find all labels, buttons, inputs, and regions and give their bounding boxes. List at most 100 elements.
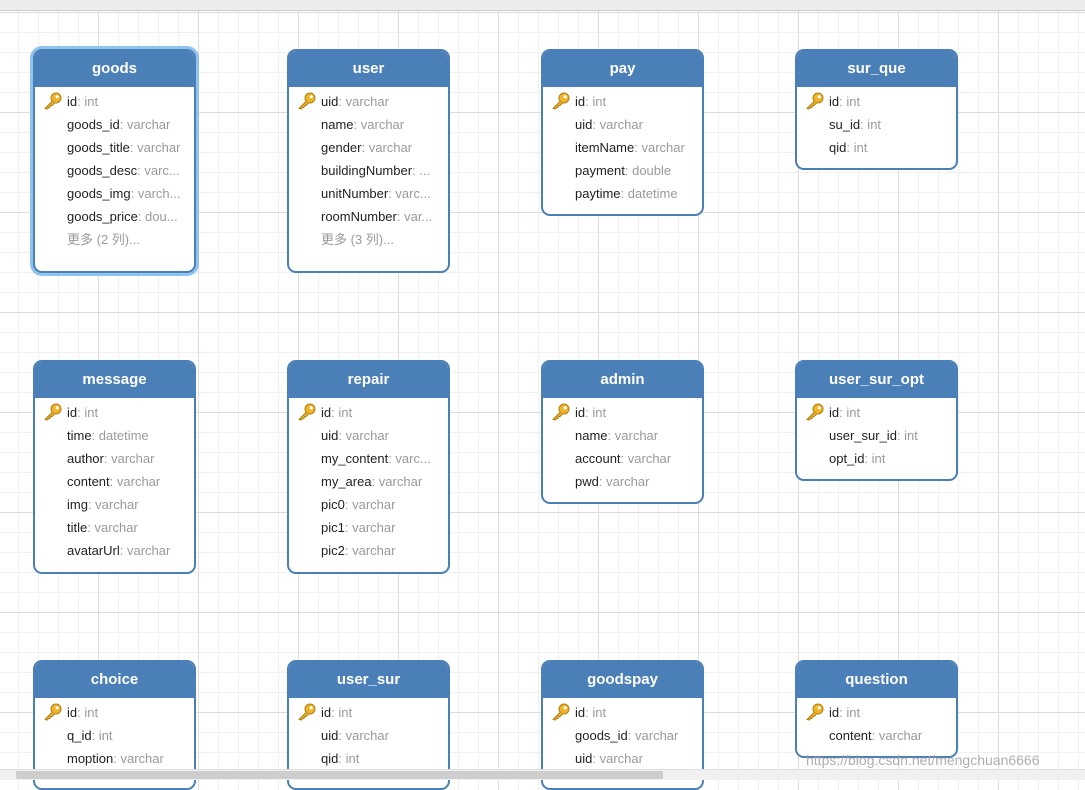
column-name: id xyxy=(67,94,78,109)
column-name: q_id xyxy=(67,728,92,743)
column-row[interactable]: uid: varchar xyxy=(543,747,702,770)
column-row[interactable]: moption: varchar xyxy=(35,747,194,770)
table-card-user[interactable]: user uid: varchar name: varchar gender: var… xyxy=(287,49,450,273)
table-card-sur_que[interactable]: sur_que id: int su_id: int qid: int xyxy=(795,49,958,170)
column-row[interactable]: id: int xyxy=(797,401,956,424)
table-card-goods[interactable]: goods id: int goods_id: varchar goods_title… xyxy=(33,49,196,273)
more-columns-link[interactable]: 更多 (2 列)... xyxy=(35,228,194,251)
column-row[interactable]: avatarUrl: varchar xyxy=(35,539,194,562)
column-type: : dou... xyxy=(137,209,178,224)
column-row[interactable]: id: int xyxy=(797,701,956,724)
column-type: : ... xyxy=(412,163,431,178)
column-row[interactable]: buildingNumber: ... xyxy=(289,159,448,182)
scrollbar-thumb[interactable] xyxy=(16,771,663,779)
column-row[interactable]: id: int xyxy=(35,701,194,724)
table-title[interactable]: goods xyxy=(35,51,194,87)
table-columns: id: int uid: varchar qid: int xyxy=(289,698,448,780)
column-row[interactable]: payment: double xyxy=(543,159,702,182)
column-row[interactable]: goods_id: varchar xyxy=(543,724,702,747)
more-columns-link[interactable]: 更多 (3 列)... xyxy=(289,228,448,251)
column-type: : varchar xyxy=(344,497,396,512)
table-title[interactable]: admin xyxy=(543,362,702,398)
column-row[interactable]: paytime: datetime xyxy=(543,182,702,205)
table-columns: id: int su_id: int qid: int xyxy=(797,87,956,168)
table-card-pay[interactable]: pay id: int uid: varchar itemName: varchar p… xyxy=(541,49,704,216)
column-row[interactable]: pic2: varchar xyxy=(289,539,448,562)
column-row[interactable]: uid: varchar xyxy=(289,90,448,113)
column-name: user_sur_id xyxy=(829,428,897,443)
table-card-user_sur_opt[interactable]: user_sur_opt id: int user_sur_id: int opt_i… xyxy=(795,360,958,481)
column-row[interactable]: my_area: varchar xyxy=(289,470,448,493)
column-row[interactable]: title: varchar xyxy=(35,516,194,539)
column-row[interactable]: gender: varchar xyxy=(289,136,448,159)
column-row[interactable]: goods_desc: varc... xyxy=(35,159,194,182)
column-type: : varchar xyxy=(338,728,389,743)
column-row[interactable]: su_id: int xyxy=(797,113,956,136)
column-name: id xyxy=(67,405,78,420)
table-card-repair[interactable]: repair id: int uid: varchar my_content: var… xyxy=(287,360,450,574)
column-name: id xyxy=(829,705,840,720)
column-row[interactable]: my_content: varc... xyxy=(289,447,448,470)
column-row[interactable]: name: varchar xyxy=(289,113,448,136)
table-title[interactable]: user_sur xyxy=(289,662,448,698)
table-title[interactable]: question xyxy=(797,662,956,698)
table-columns: id: int time: datetime author: varchar cont… xyxy=(35,398,194,572)
primary-key-icon xyxy=(297,403,317,421)
column-name: id xyxy=(321,405,332,420)
column-row[interactable]: pwd: varchar xyxy=(543,470,702,493)
primary-key-icon xyxy=(805,92,825,110)
column-name: pwd xyxy=(575,474,599,489)
table-title[interactable]: choice xyxy=(35,662,194,698)
column-row[interactable]: content: varchar xyxy=(35,470,194,493)
column-row[interactable]: roomNumber: var... xyxy=(289,205,448,228)
table-title[interactable]: message xyxy=(35,362,194,398)
column-row[interactable]: uid: varchar xyxy=(543,113,702,136)
column-row[interactable]: unitNumber: varc... xyxy=(289,182,448,205)
column-name: id xyxy=(321,705,332,720)
column-row[interactable]: id: int xyxy=(35,401,194,424)
column-row[interactable]: goods_title: varchar xyxy=(35,136,194,159)
table-title[interactable]: user_sur_opt xyxy=(797,362,956,398)
column-row[interactable]: opt_id: int xyxy=(797,447,956,470)
table-title[interactable]: user xyxy=(289,51,448,87)
table-title[interactable]: sur_que xyxy=(797,51,956,87)
column-row[interactable]: id: int xyxy=(35,90,194,113)
column-name: paytime xyxy=(575,186,621,201)
column-row[interactable]: name: varchar xyxy=(543,424,702,447)
table-card-message[interactable]: message id: int time: datetime author: varc… xyxy=(33,360,196,574)
table-title[interactable]: goodspay xyxy=(543,662,702,698)
column-row[interactable]: pic0: varchar xyxy=(289,493,448,516)
table-title[interactable]: repair xyxy=(289,362,448,398)
column-row[interactable]: goods_img: varch... xyxy=(35,182,194,205)
column-row[interactable]: id: int xyxy=(289,701,448,724)
column-row[interactable]: author: varchar xyxy=(35,447,194,470)
column-type: : int xyxy=(585,405,607,420)
column-row[interactable]: itemName: varchar xyxy=(543,136,702,159)
column-row[interactable]: img: varchar xyxy=(35,493,194,516)
column-name: itemName xyxy=(575,140,635,155)
column-row[interactable]: id: int xyxy=(543,701,702,724)
table-title[interactable]: pay xyxy=(543,51,702,87)
column-row[interactable]: goods_price: dou... xyxy=(35,205,194,228)
column-row[interactable]: pic1: varchar xyxy=(289,516,448,539)
column-name: pic0 xyxy=(321,497,345,512)
column-row[interactable]: id: int xyxy=(797,90,956,113)
column-row[interactable]: content: varchar xyxy=(797,724,956,747)
column-row[interactable]: id: int xyxy=(543,401,702,424)
column-row[interactable]: uid: varchar xyxy=(289,424,448,447)
column-row[interactable]: qid: int xyxy=(797,136,956,159)
column-name: payment xyxy=(575,163,625,178)
horizontal-scrollbar[interactable] xyxy=(0,769,1085,780)
column-row[interactable]: account: varchar xyxy=(543,447,702,470)
primary-key-icon xyxy=(551,403,571,421)
column-row[interactable]: qid: int xyxy=(289,747,448,770)
column-row[interactable]: q_id: int xyxy=(35,724,194,747)
column-row[interactable]: id: int xyxy=(543,90,702,113)
column-row[interactable]: time: datetime xyxy=(35,424,194,447)
table-card-admin[interactable]: admin id: int name: varchar account: varcha… xyxy=(541,360,704,504)
table-card-question[interactable]: question id: int content: varchar xyxy=(795,660,958,758)
column-row[interactable]: uid: varchar xyxy=(289,724,448,747)
column-row[interactable]: user_sur_id: int xyxy=(797,424,956,447)
column-row[interactable]: id: int xyxy=(289,401,448,424)
column-row[interactable]: goods_id: varchar xyxy=(35,113,194,136)
